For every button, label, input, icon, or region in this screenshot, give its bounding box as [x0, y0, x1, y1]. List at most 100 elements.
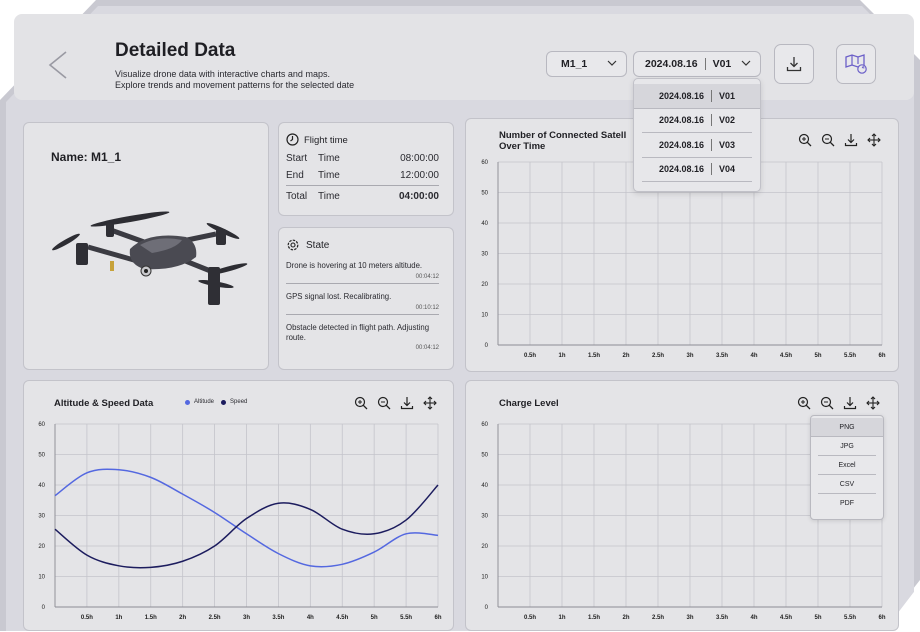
download-icon — [786, 57, 802, 72]
x-tick-label: 5.5h — [400, 615, 412, 621]
x-tick-label: 3h — [243, 615, 250, 621]
y-tick-label: 60 — [481, 422, 488, 428]
date-option[interactable]: 2024.08.16 V02 — [642, 109, 752, 133]
y-tick-label: 60 — [481, 160, 488, 166]
x-tick-label: 5h — [371, 615, 378, 621]
x-tick-label: 4h — [307, 615, 314, 621]
y-tick-label: 60 — [38, 422, 45, 428]
x-tick-label: 5.5h — [844, 615, 856, 621]
altitude-speed-chart: 0 10 20 30 40 50 60 0.5h 1h 1.5h 2h 2.5h 3h 3.5h 4h 4.5… — [38, 422, 442, 621]
state-title: State — [306, 240, 330, 251]
y-tick-label: 50 — [38, 453, 45, 459]
x-tick-label: 0.5h — [81, 615, 93, 621]
x-tick-label: 1h — [115, 615, 122, 621]
drone-card: Name: M1_1 — [23, 122, 269, 370]
x-tick-label: 1h — [558, 353, 565, 359]
y-tick-label: 0 — [485, 343, 489, 349]
state-time: 00:04:12 — [415, 274, 439, 280]
clock-icon — [286, 133, 299, 146]
total-time-value: 04:00:00 — [398, 191, 439, 202]
date-select[interactable]: 2024.08.16 V01 — [633, 51, 761, 77]
x-tick-label: 0.5h — [524, 615, 536, 621]
x-tick-label: 2h — [179, 615, 186, 621]
export-option-excel[interactable]: Excel — [818, 456, 876, 475]
x-tick-label: 2h — [622, 615, 629, 621]
date-option[interactable]: 2024.08.16 V01 — [634, 84, 760, 109]
x-tick-label: 1.5h — [588, 615, 600, 621]
divider — [704, 58, 706, 70]
export-option-csv[interactable]: CSV — [818, 475, 876, 494]
y-tick-label: 20 — [481, 282, 488, 288]
state-message: GPS signal lost. Recalibrating. — [286, 292, 392, 301]
row-label: Time — [318, 153, 340, 164]
row-label: Start — [286, 153, 308, 164]
y-tick-label: 50 — [481, 453, 488, 459]
x-tick-label: 1.5h — [588, 353, 600, 359]
x-tick-label: 5h — [814, 353, 821, 359]
date-select-version: V01 — [712, 58, 732, 70]
total-time-row: Total Time 04:00:00 — [286, 191, 439, 202]
export-menu: PNG JPG Excel CSV PDF — [810, 415, 884, 520]
x-tick-label: 6h — [878, 615, 885, 621]
export-option-jpg[interactable]: JPG — [818, 437, 876, 456]
x-tick-label: 3.5h — [272, 615, 284, 621]
date-option[interactable]: 2024.08.16 V04 — [642, 158, 752, 182]
altitude-speed-chart-card: Altitude & Speed Data Altitude Speed 0 10… — [23, 380, 454, 631]
y-tick-label: 30 — [481, 514, 488, 520]
page-header: Detailed Data Visualize drone data with … — [14, 14, 914, 100]
x-tick-label: 1.5h — [145, 615, 157, 621]
date-select-date: 2024.08.16 — [645, 58, 698, 70]
y-tick-label: 40 — [481, 221, 488, 227]
state-card: State Drone is hovering at 10 meters alt… — [278, 227, 454, 370]
y-tick-label: 0 — [485, 605, 489, 611]
row-label: Total — [286, 191, 308, 202]
x-tick-label: 4.5h — [336, 615, 348, 621]
drone-name: Name: M1_1 — [51, 150, 122, 164]
page-description: Visualize drone data with interactive ch… — [115, 69, 354, 91]
map-refresh-icon — [845, 54, 867, 74]
date-option[interactable]: 2024.08.16 V03 — [642, 133, 752, 158]
y-tick-label: 10 — [481, 575, 488, 581]
row-label: End — [286, 170, 304, 181]
y-tick-label: 40 — [38, 483, 45, 489]
state-message: Obstacle detected in flight path. Adjust… — [286, 323, 430, 342]
date-dropdown-menu: 2024.08.16 V01 2024.08.16 V02 2024.08.16 V0… — [633, 78, 761, 192]
y-tick-label: 10 — [38, 575, 45, 581]
map-button[interactable] — [836, 44, 876, 84]
x-tick-label: 4.5h — [780, 353, 792, 359]
flight-time-card: Flight time Start Time 08:00:00 End Time 1… — [278, 122, 454, 216]
start-time-row: Start Time 08:00:00 — [286, 153, 439, 164]
row-label: Time — [318, 191, 340, 202]
y-tick-label: 20 — [481, 544, 488, 550]
divider — [286, 185, 439, 186]
y-tick-label: 0 — [42, 605, 46, 611]
x-tick-label: 3.5h — [716, 615, 728, 621]
start-time-value: 08:00:00 — [400, 153, 439, 164]
x-tick-label: 3h — [686, 615, 693, 621]
download-button[interactable] — [774, 44, 814, 84]
back-arrow-icon[interactable] — [44, 50, 72, 80]
drone-select[interactable]: M1_1 — [546, 51, 627, 77]
x-tick-label: 3.5h — [716, 353, 728, 359]
flight-time-title: Flight time — [304, 135, 348, 146]
export-option-pdf[interactable]: PDF — [818, 494, 876, 513]
state-message: Drone is hovering at 10 meters altitude. — [286, 261, 423, 270]
y-tick-label: 30 — [481, 252, 488, 258]
export-option-png[interactable]: PNG — [811, 418, 883, 437]
x-tick-label: 0.5h — [524, 353, 536, 359]
x-tick-label: 6h — [878, 353, 885, 359]
description-line: Visualize drone data with interactive ch… — [115, 69, 330, 79]
description-line: Explore trends and movement patterns for… — [115, 80, 355, 90]
state-time: 00:04:12 — [415, 345, 439, 351]
x-tick-label: 2.5h — [209, 615, 221, 621]
chevron-down-icon — [607, 60, 617, 66]
drone-image — [52, 211, 248, 305]
page-title: Detailed Data — [115, 40, 236, 61]
x-tick-label: 2h — [622, 353, 629, 359]
x-tick-label: 6h — [434, 615, 441, 621]
y-tick-label: 40 — [481, 483, 488, 489]
state-time: 00:10:12 — [415, 305, 439, 311]
y-tick-label: 50 — [481, 191, 488, 197]
y-tick-label: 20 — [38, 544, 45, 550]
end-time-row: End Time 12:00:00 — [286, 170, 439, 181]
